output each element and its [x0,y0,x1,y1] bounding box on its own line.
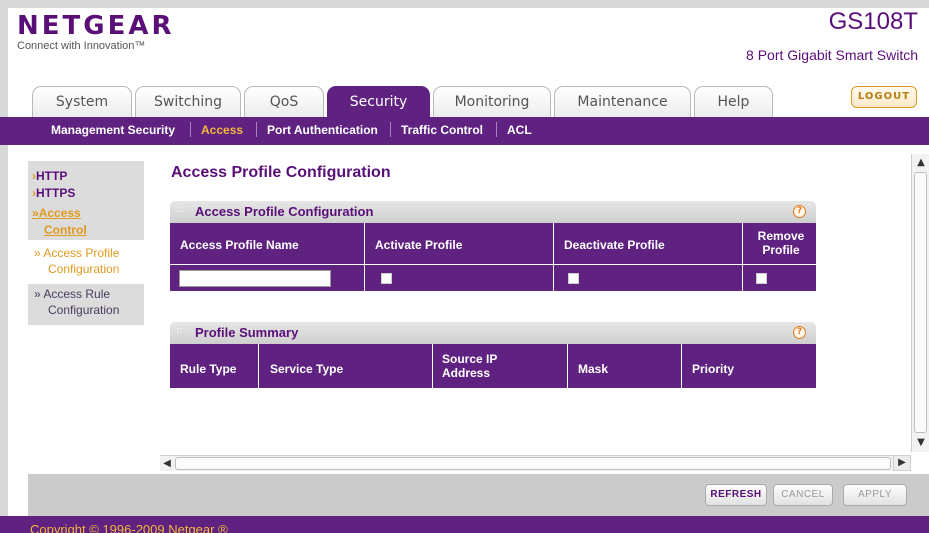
col-remove-line2: Profile [762,243,800,257]
vertical-scrollbar[interactable]: ▲ ▼ [911,154,929,452]
nav-sub-access-profile-config[interactable]: » Access Profile Configuration [28,240,144,284]
nav-sub-label: » Access Rule [34,287,111,301]
col-divider [567,344,568,388]
col-divider [364,223,365,291]
subnav-separator [390,122,391,137]
tab-security[interactable]: Security [327,86,430,118]
model-name: GS108T [828,8,918,35]
cancel-button[interactable]: CANCEL [773,484,833,506]
horizontal-scrollbar[interactable]: ◀ [160,455,911,471]
row-divider [170,264,816,265]
logo-wordmark: NETGEAR [17,11,175,41]
netgear-logo: NETGEAR Connect with Innovation™ [17,13,175,52]
deactivate-profile-checkbox[interactable] [568,273,579,284]
col-divider [258,344,259,388]
nav-item-access-control-line2[interactable]: Control [44,223,87,237]
model-description: 8 Port Gigabit Smart Switch [746,47,918,63]
tab-monitoring[interactable]: Monitoring [433,86,551,118]
window-top-edge [0,0,929,8]
nav-item-http[interactable]: ›HTTP [32,169,67,183]
col-activate-profile: Activate Profile [375,238,463,252]
tab-help[interactable]: Help [694,86,773,118]
access-profile-name-input[interactable] [179,270,331,287]
summary-table: Rule Type Service Type Source IP Address … [170,344,816,388]
col-divider [553,223,554,291]
summary-section-title: Profile Summary [195,325,299,340]
subnav-management-security[interactable]: Management Security [51,123,175,137]
scroll-right-icon[interactable]: ▶ [893,455,911,471]
remove-profile-checkbox[interactable] [756,273,767,284]
subnav-separator [190,122,191,137]
col-mask: Mask [578,362,609,376]
profile-section-header: :: Access Profile Configuration ? [170,201,816,223]
help-icon[interactable]: ? [793,326,806,339]
drag-handle-icon: :: [176,325,183,336]
nav-sub-label-line2: Configuration [48,262,120,276]
tab-switching[interactable]: Switching [135,86,241,118]
tab-system[interactable]: System [32,86,132,118]
nav-item-https[interactable]: ›HTTPS [32,186,75,200]
col-remove-profile: Remove Profile [751,229,811,257]
summary-section-header: :: Profile Summary ? [170,322,816,344]
window-left-edge [0,0,8,533]
nav-item-label: HTTP [36,169,68,183]
nav-sub-label: » Access Profile [34,246,120,260]
col-service-type: Service Type [270,362,344,376]
col-priority: Priority [692,362,735,376]
nav-item-access-control[interactable]: »Access [32,206,81,220]
col-deactivate-profile: Deactivate Profile [564,238,665,252]
col-source-ip-line2: Address [442,366,491,380]
col-source-ip-address: Source IP Address [442,352,497,380]
logout-button[interactable]: LOGOUT [851,86,917,108]
nav-expand-icon: » [32,206,39,220]
col-divider [742,223,743,291]
scroll-up-icon[interactable]: ▲ [912,156,929,170]
tab-maintenance[interactable]: Maintenance [554,86,691,118]
col-divider [432,344,433,388]
subnav-separator [496,122,497,137]
col-divider [681,344,682,388]
col-access-profile-name: Access Profile Name [180,238,299,252]
subnav-port-authentication[interactable]: Port Authentication [267,123,378,137]
sub-navigation: Management Security Access Port Authenti… [0,117,929,145]
scroll-down-icon[interactable]: ▼ [912,436,929,450]
footer-bar: Copyright © 1996-2009 Netgear ® [0,516,929,533]
nav-sub-access-rule-config[interactable]: » Access Rule Configuration [28,286,144,322]
logo-tagline: Connect with Innovation™ [17,40,146,52]
profile-table: Access Profile Name Activate Profile Dea… [170,223,816,291]
drag-handle-icon: :: [176,204,183,215]
horizontal-scroll-thumb[interactable] [175,457,891,470]
subnav-acl[interactable]: ACL [507,123,532,137]
activate-profile-checkbox[interactable] [381,273,392,284]
page-title: Access Profile Configuration [171,164,391,181]
action-bar: REFRESH CANCEL APPLY [28,474,929,516]
subnav-access[interactable]: Access [201,123,243,137]
nav-sub-label-line2: Configuration [48,303,120,317]
vertical-scroll-thumb[interactable] [914,172,927,433]
nav-item-label: HTTPS [36,186,76,200]
col-rule-type: Rule Type [180,362,237,376]
apply-button[interactable]: APPLY [843,484,907,506]
nav-item-label: Access [38,206,81,220]
profile-section-title: Access Profile Configuration [195,204,374,219]
help-icon[interactable]: ? [793,205,806,218]
col-remove-line1: Remove [757,229,805,243]
copyright-text: Copyright © 1996-2009 Netgear ® [30,522,228,533]
subnav-traffic-control[interactable]: Traffic Control [401,123,483,137]
tab-qos[interactable]: QoS [244,86,324,118]
subnav-separator [256,122,257,137]
refresh-button[interactable]: REFRESH [705,484,767,506]
col-source-ip-line1: Source IP [442,352,498,366]
scroll-left-icon[interactable]: ◀ [160,456,174,472]
left-nav-panel: ›HTTP ›HTTPS »Access Control » Access Pr… [28,161,144,325]
